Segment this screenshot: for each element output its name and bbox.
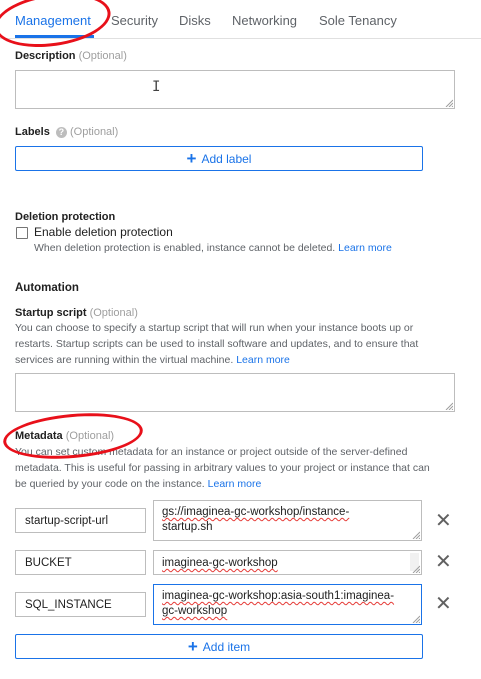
deletion-protection-help: When deletion protection is enabled, ins… — [34, 240, 392, 256]
plus-icon: + — [187, 637, 198, 656]
startup-learn-more-link[interactable]: Learn more — [236, 354, 290, 366]
text-cursor-icon: I — [152, 79, 161, 95]
startup-desc-line: restarts. Startup scripts can be used to… — [15, 338, 419, 350]
deletion-learn-more-link[interactable]: Learn more — [338, 242, 392, 254]
startup-script-label-text: Startup script — [15, 307, 87, 319]
deletion-protection-checkbox-label[interactable]: Enable deletion protection — [34, 225, 173, 239]
resize-handle-icon[interactable] — [445, 402, 453, 410]
metadata-learn-more-link[interactable]: Learn more — [208, 478, 262, 490]
metadata-description: You can set custom metadata for an insta… — [15, 444, 430, 492]
metadata-key-input[interactable]: startup-script-url — [15, 508, 146, 533]
metadata-value-input[interactable]: gs://imaginea-gc-workshop/instance- star… — [153, 500, 422, 541]
add-item-text: Add item — [202, 639, 251, 654]
metadata-label-text: Metadata — [15, 430, 63, 442]
metadata-key-input[interactable]: BUCKET — [15, 550, 146, 575]
add-label-button[interactable]: + Add label — [15, 146, 423, 171]
labels-optional: (Optional) — [69, 126, 119, 138]
add-item-button[interactable]: + Add item — [15, 634, 423, 659]
close-icon[interactable]: ✕ — [435, 511, 452, 531]
tab-networking[interactable]: Networking — [232, 13, 297, 28]
startup-script-input[interactable] — [15, 373, 455, 412]
tab-management[interactable]: Management — [15, 13, 91, 28]
labels-label-text: Labels — [15, 126, 50, 138]
resize-handle-icon[interactable] — [445, 99, 453, 107]
deletion-protection-title: Deletion protection — [15, 211, 116, 223]
help-circle-icon[interactable]: ? — [55, 126, 67, 138]
tab-security[interactable]: Security — [111, 13, 158, 28]
add-label-text: Add label — [201, 151, 252, 166]
resize-handle-icon[interactable] — [412, 531, 420, 539]
startup-desc-line: services are running within the virtual … — [15, 354, 234, 366]
startup-script-description: You can choose to specify a startup scri… — [15, 320, 418, 368]
metadata-value-line: gs://imaginea-gc-workshop/instance- — [162, 506, 350, 518]
automation-title: Automation — [15, 282, 79, 294]
plus-icon: + — [186, 149, 197, 168]
tab-bar: Management Security Disks Networking Sol… — [0, 0, 481, 39]
metadata-desc-line: metadata. This is useful for passing in … — [15, 462, 430, 474]
deletion-help-text: When deletion protection is enabled, ins… — [34, 242, 336, 254]
resize-handle-icon[interactable] — [412, 615, 420, 623]
description-input[interactable] — [15, 70, 455, 109]
metadata-value-input[interactable]: imaginea-gc-workshop:asia-south1:imagine… — [153, 584, 422, 625]
startup-desc-line: You can choose to specify a startup scri… — [15, 322, 414, 334]
metadata-desc-line: You can set custom metadata for an insta… — [15, 446, 408, 458]
metadata-key-input[interactable]: SQL_INSTANCE — [15, 592, 146, 617]
tab-disks[interactable]: Disks — [179, 13, 211, 28]
tab-sole-tenancy[interactable]: Sole Tenancy — [319, 13, 397, 28]
description-label: Description (Optional) — [15, 50, 127, 62]
labels-label: Labels ? (Optional) — [15, 126, 118, 138]
metadata-value-line: imaginea-gc-workshop:asia-south1:imagine… — [162, 590, 395, 602]
metadata-label: Metadata (Optional) — [15, 430, 114, 442]
metadata-value-line: gc-workshop — [162, 605, 228, 617]
resize-handle-icon[interactable] — [412, 565, 420, 573]
metadata-value-line: startup.sh — [162, 521, 213, 533]
metadata-optional: (Optional) — [65, 430, 115, 442]
description-optional: (Optional) — [78, 50, 127, 62]
startup-script-optional: (Optional) — [89, 307, 138, 319]
description-label-text: Description — [15, 50, 76, 62]
metadata-value-line: imaginea-gc-workshop — [162, 557, 278, 569]
deletion-protection-checkbox[interactable] — [16, 227, 28, 239]
close-icon[interactable]: ✕ — [435, 594, 452, 614]
metadata-desc-line: be queried by your code on the instance. — [15, 478, 205, 490]
startup-script-label: Startup script (Optional) — [15, 307, 138, 319]
close-icon[interactable]: ✕ — [435, 552, 452, 572]
metadata-value-input[interactable]: imaginea-gc-workshop — [153, 550, 422, 575]
active-tab-indicator — [15, 35, 94, 38]
